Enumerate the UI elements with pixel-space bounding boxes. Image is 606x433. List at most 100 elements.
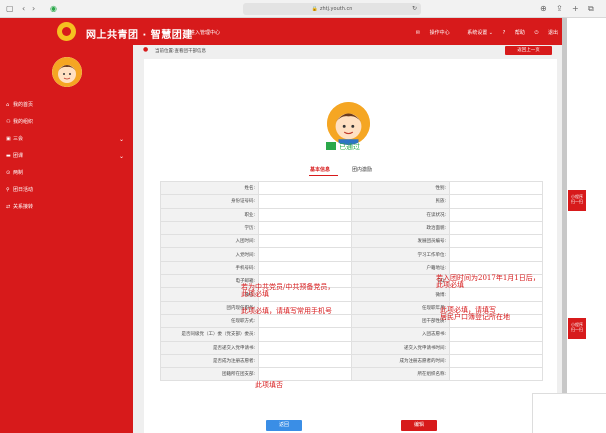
folder-icon: ▬ [6,153,11,159]
meeting-icon: ▣ [6,136,11,142]
home-icon: ⌂ [6,102,10,108]
approval-status: 已通过 [326,142,386,152]
mini-program-qr-button[interactable]: 小程序 扫一扫 [568,318,586,339]
activity-icon: ⚲ [6,187,10,193]
annotation-volunteer: 此项填否 [255,381,283,389]
transfer-icon: ⇄ [6,204,11,210]
header-menu: ✉ 操作中心 系统设置 ⌄ ? 帮助 ⏻ 退出 [408,29,558,36]
tab-incentives[interactable]: 团内激励 [352,166,372,173]
field-value [449,247,543,262]
field-value [258,207,352,222]
cartoon-avatar-icon [327,102,370,145]
sidebar-item-home[interactable]: ⌂ 我的首页 [0,97,133,114]
field-label: 职业: [160,207,259,222]
id-card-icon [326,142,336,150]
user-avatar [52,57,82,87]
sidebar-icon[interactable]: ▢ [6,4,14,14]
field-label: 任现职方式: [160,313,259,329]
scrollbar[interactable] [562,18,567,433]
cartoon-avatar-icon [52,57,82,87]
annotation-hukou: 此项必填，请填写 居民户口簿登记所在地 [440,306,510,321]
sidebar-item-activity[interactable]: ⚲ 团日活动 [0,182,133,199]
tabs-icon[interactable]: ⧉ [588,4,594,14]
field-label: 入团时间: [160,234,259,249]
site-header: 网上共青团 · 智慧团建 进入管理中心 ✉ 操作中心 系统设置 ⌄ ? 帮助 ⏻… [0,18,562,45]
field-value [449,220,543,236]
back-button[interactable]: 返回 [266,420,302,431]
table-row: 姓名: 性别: [160,180,543,196]
chevron-down-icon: ⌄ [118,153,124,160]
sidebar-nav: ⌂ 我的首页 ⚇ 我的组织 ▣ 三会 ⌄ ▬ 团课 ⌄ ⊙ 两制 ⚲ 团日活动 ⇄ 关系接转 [0,97,133,216]
field-label: 是否同级党（工）委（党支部）委员: [160,327,259,342]
profile-avatar [327,102,370,145]
field-label: 所在组织名称: [351,367,450,382]
header-menu-help[interactable]: ? 帮助 [503,30,525,36]
field-value [258,234,352,249]
field-label: 是否递交入党申请书: [160,340,259,355]
back-icon[interactable]: ‹ [22,4,25,14]
mini-program-qr-button[interactable]: 小程序 扫一扫 [568,190,586,211]
back-page-button[interactable]: 返回上一页 [505,46,552,55]
header-menu-settings[interactable]: 系统设置 ⌄ [459,30,493,36]
field-label: 任现职年月: [351,300,450,315]
url-text: zhtj.youth.cn [319,6,353,12]
new-tab-icon[interactable]: + [572,4,579,14]
breadcrumb-text: 当前位置:查看团干部信息 [155,49,207,54]
location-pin-icon: ● [143,46,149,53]
field-label: QQ: [351,274,450,289]
field-label: 性别: [351,180,450,196]
field-label: 民族: [351,194,450,209]
header-menu-logout[interactable]: ⏻ 退出 [534,30,558,36]
field-label: 户籍地址: [351,260,450,276]
field-value [449,353,543,369]
field-value [449,327,543,342]
table-row: 入团时间: 发展团员编号: [160,234,543,249]
edit-button[interactable]: 编辑 [401,420,437,431]
sidebar-item-transfer[interactable]: ⇄ 关系接转 [0,199,133,216]
annotation-join-date: 若入团时间为2017年1月1日后， 此项必填 [436,274,540,289]
field-label: 入团志愿书: [351,327,450,342]
sidebar: ⌂ 我的首页 ⚇ 我的组织 ▣ 三会 ⌄ ▬ 团课 ⌄ ⊙ 两制 ⚲ 团日活动 ⇄ 关系接转 [0,45,133,433]
field-label: 递交入党申请书时间: [351,340,450,355]
forward-icon[interactable]: › [32,4,35,14]
address-bar[interactable]: 🔒 zhtj.youth.cn ↻ [243,3,421,15]
table-row: 入党时间: 学习工作单位: [160,247,543,262]
sidebar-item-lessons[interactable]: ▬ 团课 ⌄ [0,148,133,165]
field-value [258,327,352,342]
header-menu-operation[interactable]: ✉ 操作中心 [416,30,450,36]
field-label: 是否成为注册志愿者: [160,353,259,369]
field-label: 政治面貌: [351,220,450,236]
field-value [258,260,352,276]
field-label: 在读状况: [351,207,450,222]
reload-icon[interactable]: ↻ [412,3,417,15]
field-label: 姓名: [160,180,259,196]
field-label: 手机号码: [160,260,259,276]
sidebar-item-two-systems[interactable]: ⊙ 两制 [0,165,133,182]
field-label: 身份证号码: [160,194,259,209]
main-content: ● 当前位置:查看团干部信息 返回上一页 已通过 基本信息 团内激励 姓名: 性别… [133,45,562,433]
field-label: 学习工作单位: [351,247,450,262]
breadcrumb: ● 当前位置:查看团干部信息 返回上一页 [133,45,562,55]
table-row: 团籍所在团支部: 所在组织名称: [160,367,543,382]
share-icon[interactable]: ⇪ [556,4,563,14]
profile-card: 已通过 基本信息 团内激励 姓名: 性别: 身份证号码: 民族: 职业: 在读状况: 学历:… [144,59,557,433]
download-icon[interactable]: ⊕ [540,4,547,14]
sidebar-item-org[interactable]: ⚇ 我的组织 [0,114,133,131]
admin-center-link[interactable]: 进入管理中心 [190,29,220,36]
field-value [449,367,543,382]
field-value [449,194,543,209]
blank-panel [532,393,606,433]
chevron-down-icon: ⌄ [118,136,124,143]
sidebar-item-meetings[interactable]: ▣ 三会 ⌄ [0,131,133,148]
shield-icon[interactable]: ◉ [50,4,57,14]
group-icon: ⚇ [6,119,11,125]
table-row: 身份证号码: 民族: [160,194,543,209]
field-label: 微博: [351,287,450,302]
tab-basic-info[interactable]: 基本信息 [308,166,339,176]
field-value [449,340,543,355]
browser-toolbar: ▢ ‹ › ◉ 🔒 zhtj.youth.cn ↻ ⊕ ⇪ + ⧉ [0,0,606,18]
table-row: 手机号码: 户籍地址: [160,260,543,276]
field-value [449,287,543,302]
youth-league-logo-icon [57,22,76,41]
circle-icon: ⊙ [6,170,11,176]
